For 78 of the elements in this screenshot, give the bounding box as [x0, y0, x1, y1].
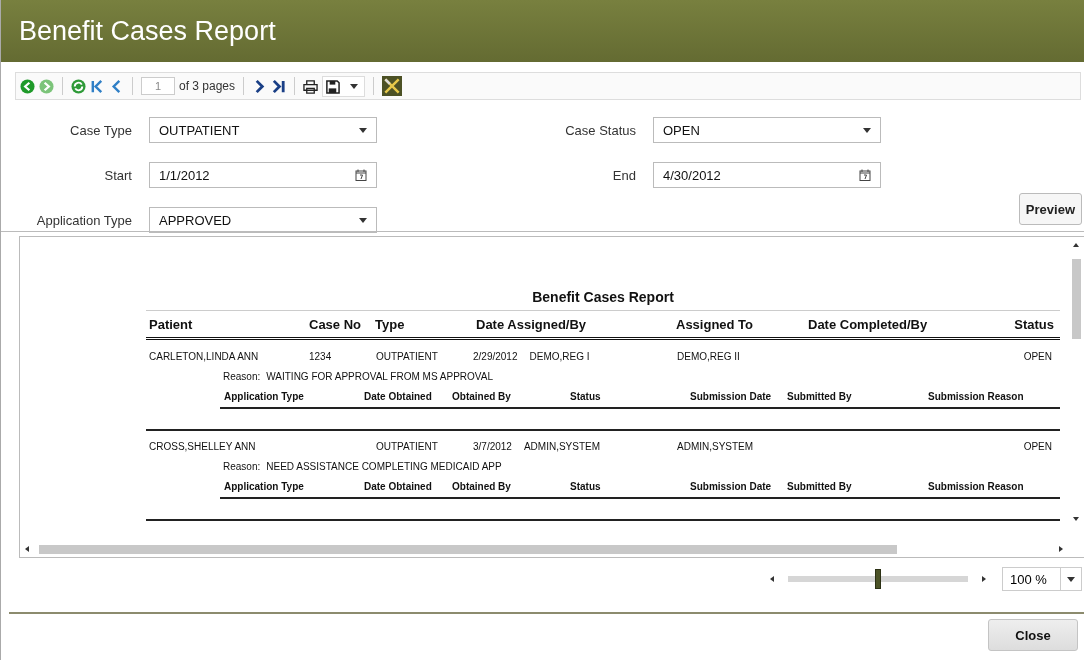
back-icon[interactable]	[20, 78, 35, 94]
dropdown[interactable]: OUTPATIENT	[149, 117, 377, 143]
column-header: Status	[570, 390, 602, 402]
caret-icon	[1067, 576, 1075, 582]
field-label: End	[611, 167, 636, 183]
table-cell-text: OUTPATIENT	[376, 440, 439, 452]
caret-icon	[350, 83, 359, 89]
scroll-left-icon[interactable]	[25, 546, 29, 552]
report-title: Benefit Cases Report	[531, 289, 675, 305]
scroll-up-icon[interactable]	[1073, 243, 1079, 247]
column-header: Submitted By	[787, 480, 853, 492]
scrollbar-thumb[interactable]	[1071, 259, 1081, 339]
reason-text: WAITING FOR APPROVAL FROM MS APPROVAL	[266, 371, 493, 384]
column-header: Assigned To	[676, 316, 755, 332]
save-dropdown[interactable]	[322, 75, 366, 97]
zoom-out-icon[interactable]	[770, 576, 774, 582]
date-field[interactable]: 1/1/2012	[149, 162, 377, 188]
dropdown[interactable]: OPEN	[653, 117, 881, 143]
page-number-field[interactable]: 1	[141, 77, 175, 95]
zoom-dropdown[interactable]: 100 %	[1002, 567, 1082, 591]
reason-label: Reason:	[223, 371, 261, 384]
column-header: Case No	[309, 316, 363, 332]
column-header: Application Type	[224, 480, 305, 492]
column-header: Date Obtained	[364, 480, 433, 492]
refresh-icon[interactable]	[71, 78, 86, 94]
column-header: Date Assigned/By	[476, 316, 588, 332]
column-header: Date Obtained	[364, 390, 433, 402]
column-header: Submitted By	[787, 390, 853, 402]
field-label: Application Type	[35, 212, 132, 228]
table-cell: 2/29/2012	[473, 350, 518, 362]
page-count: of 3 pages	[179, 79, 236, 93]
table-cell-text: ADMIN,SYSTEM	[677, 440, 755, 452]
column-header: Type	[375, 316, 406, 332]
close-button[interactable]: Close	[988, 619, 1078, 651]
column-header: Date Completed/By	[808, 316, 929, 332]
field-label: Case Type	[69, 122, 132, 138]
first-page-icon[interactable]	[90, 78, 105, 94]
caret-icon	[863, 127, 871, 133]
table-cell: ADMIN,SYSTEM	[523, 440, 601, 452]
table-cell-text: DEMO,REG II	[677, 350, 741, 362]
column-header: Submission Reason	[928, 480, 1025, 492]
zoom-in-icon[interactable]	[982, 576, 986, 582]
field-label: Start	[103, 167, 132, 183]
column-header: Obtained By	[452, 480, 512, 492]
preview-button[interactable]: Preview	[1018, 193, 1082, 225]
table-cell-text: OPEN	[1022, 440, 1053, 452]
column-header: Submission Date	[690, 390, 773, 402]
column-header: Status	[1013, 316, 1055, 332]
calendar-icon	[859, 169, 871, 181]
column-header: Obtained By	[452, 390, 512, 402]
printer-icon[interactable]	[303, 78, 319, 94]
calendar-icon	[355, 169, 367, 181]
table-cell: 1234	[309, 350, 332, 362]
reason-text: NEED ASSISTANCE COMPLETING MEDICAID APP	[266, 461, 502, 474]
window-title: Benefit Cases Report	[19, 15, 276, 47]
column-header: Application Type	[224, 390, 305, 402]
column-header: Submission Date	[690, 480, 773, 492]
date-field[interactable]: 4/30/2012	[653, 162, 881, 188]
scroll-down-icon[interactable]	[1073, 517, 1079, 521]
slider-thumb[interactable]	[875, 569, 881, 589]
scrollbar-thumb[interactable]	[39, 544, 897, 554]
column-header: Status	[570, 480, 602, 492]
field-label: Case Status	[564, 122, 636, 138]
dropdown[interactable]: APPROVED	[149, 207, 377, 233]
table-cell-text: OUTPATIENT	[376, 350, 439, 362]
caret-icon	[359, 127, 367, 133]
reason-label: Reason:	[223, 461, 261, 474]
scroll-right-icon[interactable]	[1059, 546, 1063, 552]
last-page-icon[interactable]	[271, 78, 287, 94]
caret-icon	[359, 217, 367, 223]
table-cell-text: CROSS,SHELLEY ANN	[149, 440, 257, 452]
tools-icon[interactable]	[382, 76, 403, 96]
table-cell: 3/7/2012	[473, 440, 512, 452]
column-header: Submission Reason	[928, 390, 1025, 402]
column-header: Patient	[149, 316, 194, 332]
table-cell-text: CARLETON,LINDA ANN	[149, 350, 260, 362]
table-cell: DEMO,REG I	[529, 350, 590, 362]
table-cell-text: OPEN	[1022, 350, 1053, 362]
